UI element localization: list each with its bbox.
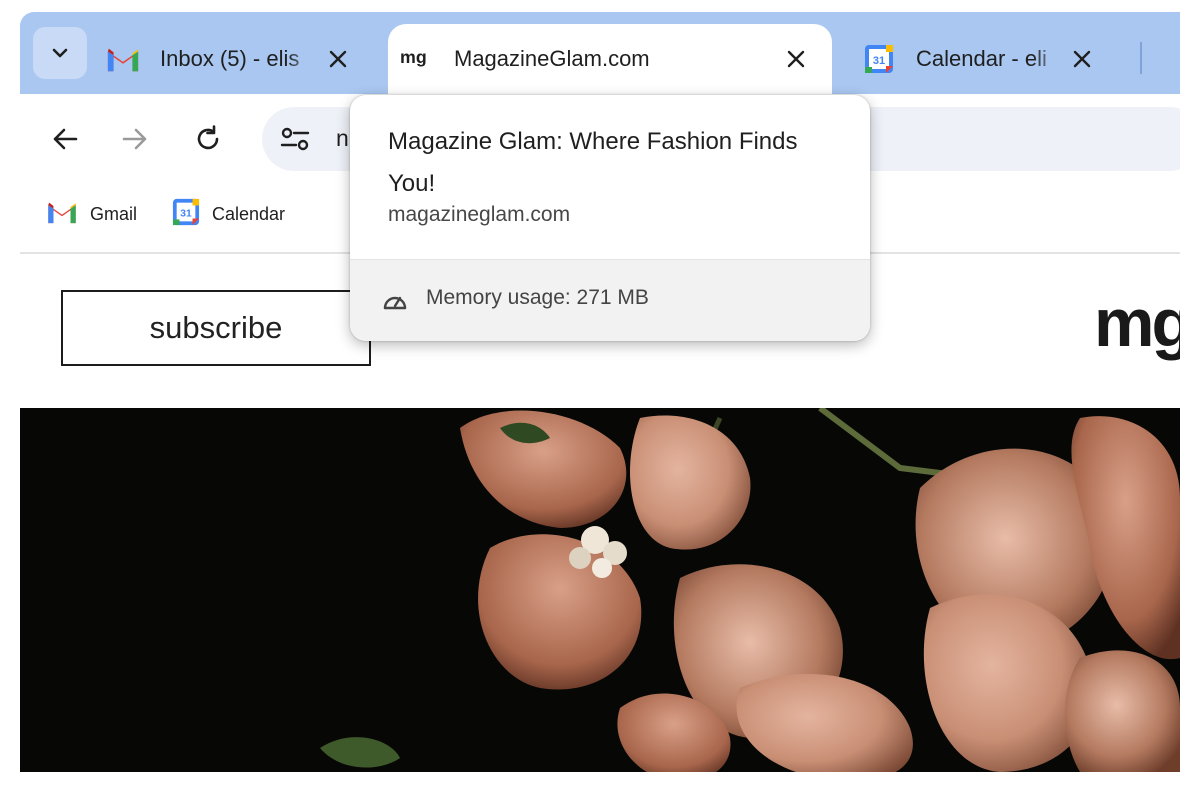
calendar-icon: 31: [862, 44, 896, 74]
bookmark-label: Calendar: [212, 203, 286, 224]
tab-title: Inbox (5) - elis: [160, 46, 300, 71]
tab-strip: Inbox (5) - elis mg MagazineGlam.com 31 …: [20, 12, 1180, 94]
close-tab-icon[interactable]: [318, 39, 358, 79]
reload-button[interactable]: [183, 114, 233, 164]
close-tab-icon[interactable]: [776, 39, 816, 79]
calendar-day-text: 31: [180, 208, 192, 219]
hover-card-domain: magazineglam.com: [388, 203, 571, 226]
arrow-right-icon: [122, 128, 147, 150]
site-settings-icon[interactable]: [278, 122, 312, 156]
site-logo[interactable]: mg: [1094, 284, 1180, 362]
arrow-left-icon: [53, 128, 78, 150]
subscribe-button[interactable]: subscribe: [61, 290, 371, 366]
speedometer-icon: [380, 286, 410, 316]
calendar-day-text: 31: [873, 55, 885, 67]
back-button[interactable]: [40, 114, 90, 164]
calendar-icon: 31: [172, 198, 200, 231]
gmail-icon: [46, 200, 78, 229]
mg-logo-icon: mg: [400, 44, 434, 74]
reload-icon: [197, 125, 219, 150]
mg-favicon-text: mg: [400, 47, 427, 67]
bookmark-calendar[interactable]: 31 Calendar: [172, 198, 285, 230]
hero-image: [20, 408, 1180, 772]
forward-button[interactable]: [110, 114, 160, 164]
hover-card-title: Magazine Glam: Where Fashion Finds You!: [388, 128, 798, 197]
tab-calendar[interactable]: 31 Calendar - eli: [862, 24, 1152, 94]
gmail-icon: [106, 44, 140, 74]
bookmark-label: Gmail: [90, 203, 138, 224]
bookmark-gmail[interactable]: Gmail: [46, 198, 137, 230]
tab-search-button[interactable]: [33, 27, 87, 79]
flower-photo: [20, 408, 1180, 772]
hover-card-footer: Memory usage: 271 MB: [350, 259, 870, 341]
memory-usage-text: Memory usage: 271 MB: [426, 286, 649, 309]
tab-magazineglam[interactable]: mg MagazineGlam.com: [388, 24, 832, 94]
tab-separator: [1140, 42, 1142, 74]
browser-window: Inbox (5) - elis mg MagazineGlam.com 31 …: [20, 12, 1180, 772]
tab-title: MagazineGlam.com: [454, 46, 650, 71]
url-text: n: [336, 125, 349, 151]
chevron-down-icon: [52, 48, 68, 58]
tab-title: Calendar - eli: [916, 46, 1047, 71]
close-tab-icon[interactable]: [1062, 39, 1102, 79]
tab-inbox[interactable]: Inbox (5) - elis: [106, 24, 376, 94]
tab-hover-card: Magazine Glam: Where Fashion Finds You! …: [350, 95, 870, 341]
